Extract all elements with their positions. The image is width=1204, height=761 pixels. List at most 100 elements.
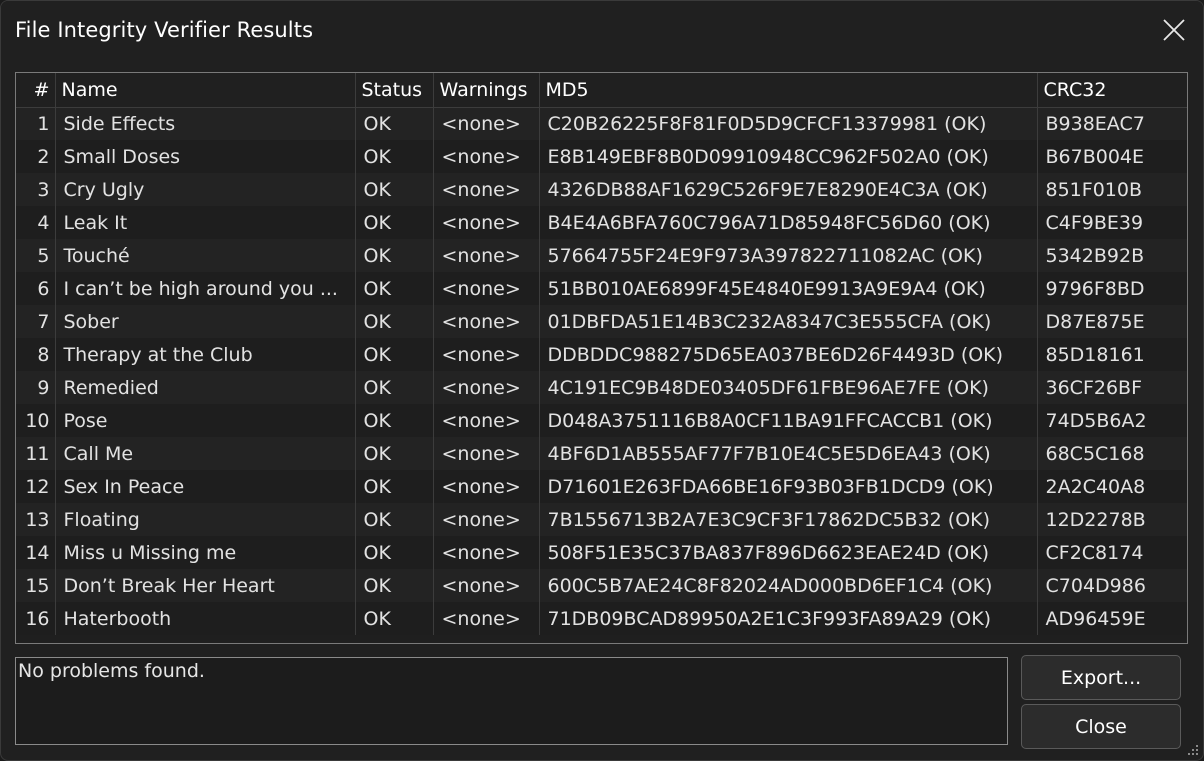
status-cell: OK bbox=[355, 470, 434, 503]
warnings-cell: <none> bbox=[433, 140, 540, 173]
status-cell: OK bbox=[355, 107, 434, 140]
close-button[interactable]: Close bbox=[1021, 704, 1181, 749]
title-bar: File Integrity Verifier Results bbox=[1, 1, 1203, 63]
status-cell: OK bbox=[355, 305, 434, 338]
status-cell: OK bbox=[355, 140, 434, 173]
crc32-hash-cell: AD96459E bbox=[1037, 602, 1187, 635]
row-number-cell: 5 bbox=[16, 239, 56, 272]
table-row[interactable]: 13 Floating OK <none> 7B1556713B2A7E3C9CF3F1… bbox=[16, 503, 1187, 536]
table-row[interactable]: 16 Haterbooth OK <none> 71DB09BCAD89950A2E1C… bbox=[16, 602, 1187, 635]
md5-hash-cell: B4E4A6BFA760C796A71D85948FC56D60 (OK) bbox=[539, 206, 1038, 239]
status-cell: OK bbox=[355, 239, 434, 272]
warnings-cell: <none> bbox=[433, 305, 540, 338]
column-header-status[interactable]: Status bbox=[355, 73, 434, 108]
md5-hash-cell: C20B26225F8F81F0D5D9CFCF13379981 (OK) bbox=[539, 107, 1038, 140]
file-name-cell: Leak It bbox=[55, 206, 356, 239]
window-title: File Integrity Verifier Results bbox=[15, 18, 314, 42]
file-name-cell: Cry Ugly bbox=[55, 173, 356, 206]
row-number-cell: 7 bbox=[16, 305, 56, 338]
crc32-hash-cell: 2A2C40A8 bbox=[1037, 470, 1187, 503]
crc32-hash-cell: 68C5C168 bbox=[1037, 437, 1187, 470]
table-row[interactable]: 9 Remedied OK <none> 4C191EC9B48DE03405DF61F… bbox=[16, 371, 1187, 404]
status-cell: OK bbox=[355, 569, 434, 602]
file-name-cell: Floating bbox=[55, 503, 356, 536]
warnings-cell: <none> bbox=[433, 569, 540, 602]
table-row[interactable]: 8 Therapy at the Club OK <none> DDBDDC988275… bbox=[16, 338, 1187, 371]
md5-hash-cell: 4C191EC9B48DE03405DF61FBE96AE7FE (OK) bbox=[539, 371, 1038, 404]
file-name-cell: Remedied bbox=[55, 371, 356, 404]
md5-hash-cell: D048A3751116B8A0CF11BA91FFCACCB1 (OK) bbox=[539, 404, 1038, 437]
crc32-hash-cell: 85D18161 bbox=[1037, 338, 1187, 371]
file-name-cell: Sex In Peace bbox=[55, 470, 356, 503]
table-row[interactable]: 10 Pose OK <none> D048A3751116B8A0CF11BA91FF… bbox=[16, 404, 1187, 437]
table-row[interactable]: 1 Side Effects OK <none> C20B26225F8F81F0D5D… bbox=[16, 107, 1187, 140]
file-name-cell: Pose bbox=[55, 404, 356, 437]
table-row[interactable]: 2 Small Doses OK <none> E8B149EBF8B0D0991094… bbox=[16, 140, 1187, 173]
column-header-name[interactable]: Name bbox=[55, 73, 356, 108]
md5-hash-cell: 51BB010AE6899F45E4840E9913A9E9A4 (OK) bbox=[539, 272, 1038, 305]
table-row[interactable]: 4 Leak It OK <none> B4E4A6BFA760C796A71D8594… bbox=[16, 206, 1187, 239]
crc32-hash-cell: C4F9BE39 bbox=[1037, 206, 1187, 239]
warnings-cell: <none> bbox=[433, 437, 540, 470]
column-header-md5[interactable]: MD5 bbox=[539, 73, 1038, 108]
table-header-row: # Name Status Warnings MD5 CRC32 bbox=[16, 73, 1187, 108]
column-header-warnings[interactable]: Warnings bbox=[433, 73, 540, 108]
warnings-cell: <none> bbox=[433, 404, 540, 437]
row-number-cell: 4 bbox=[16, 206, 56, 239]
file-name-cell: Small Doses bbox=[55, 140, 356, 173]
row-number-cell: 10 bbox=[16, 404, 56, 437]
column-header-number[interactable]: # bbox=[16, 73, 56, 108]
status-cell: OK bbox=[355, 503, 434, 536]
file-name-cell: Haterbooth bbox=[55, 602, 356, 635]
warnings-cell: <none> bbox=[433, 470, 540, 503]
table-row[interactable]: 15 Don’t Break Her Heart OK <none> 600C5B7AE… bbox=[16, 569, 1187, 602]
file-name-cell: Therapy at the Club bbox=[55, 338, 356, 371]
table-row[interactable]: 7 Sober OK <none> 01DBFDA51E14B3C232A8347C3E… bbox=[16, 305, 1187, 338]
table-row[interactable]: 12 Sex In Peace OK <none> D71601E263FDA66BE1… bbox=[16, 470, 1187, 503]
status-cell: OK bbox=[355, 437, 434, 470]
column-header-crc32[interactable]: CRC32 bbox=[1037, 73, 1187, 108]
crc32-hash-cell: 12D2278B bbox=[1037, 503, 1187, 536]
md5-hash-cell: D71601E263FDA66BE16F93B03FB1DCD9 (OK) bbox=[539, 470, 1038, 503]
close-icon[interactable] bbox=[1155, 11, 1193, 49]
row-number-cell: 11 bbox=[16, 437, 56, 470]
warnings-cell: <none> bbox=[433, 272, 540, 305]
warnings-cell: <none> bbox=[433, 239, 540, 272]
crc32-hash-cell: C704D986 bbox=[1037, 569, 1187, 602]
file-name-cell: Call Me bbox=[55, 437, 356, 470]
warnings-cell: <none> bbox=[433, 371, 540, 404]
resize-grip-icon[interactable] bbox=[1185, 742, 1199, 756]
crc32-hash-cell: 74D5B6A2 bbox=[1037, 404, 1187, 437]
status-cell: OK bbox=[355, 272, 434, 305]
file-name-cell: Don’t Break Her Heart bbox=[55, 569, 356, 602]
md5-hash-cell: DDBDDC988275D65EA037BE6D26F4493D (OK) bbox=[539, 338, 1038, 371]
md5-hash-cell: 71DB09BCAD89950A2E1C3F993FA89A29 (OK) bbox=[539, 602, 1038, 635]
row-number-cell: 9 bbox=[16, 371, 56, 404]
export-button[interactable]: Export... bbox=[1021, 655, 1181, 700]
crc32-hash-cell: CF2C8174 bbox=[1037, 536, 1187, 569]
dialog-window: File Integrity Verifier Results # Name S… bbox=[0, 0, 1204, 761]
crc32-hash-cell: 36CF26BF bbox=[1037, 371, 1187, 404]
file-name-cell: Touché bbox=[55, 239, 356, 272]
crc32-hash-cell: B938EAC7 bbox=[1037, 107, 1187, 140]
warnings-cell: <none> bbox=[433, 536, 540, 569]
status-cell: OK bbox=[355, 602, 434, 635]
md5-hash-cell: 7B1556713B2A7E3C9CF3F17862DC5B32 (OK) bbox=[539, 503, 1038, 536]
row-number-cell: 16 bbox=[16, 602, 56, 635]
results-table[interactable]: # Name Status Warnings MD5 CRC32 1 Side E… bbox=[15, 72, 1188, 644]
md5-hash-cell: 01DBFDA51E14B3C232A8347C3E555CFA (OK) bbox=[539, 305, 1038, 338]
row-number-cell: 2 bbox=[16, 140, 56, 173]
status-cell: OK bbox=[355, 371, 434, 404]
md5-hash-cell: E8B149EBF8B0D09910948CC962F502A0 (OK) bbox=[539, 140, 1038, 173]
table-row[interactable]: 3 Cry Ugly OK <none> 4326DB88AF1629C526F9E7E… bbox=[16, 173, 1187, 206]
row-number-cell: 14 bbox=[16, 536, 56, 569]
table-row[interactable]: 11 Call Me OK <none> 4BF6D1AB555AF77F7B10E4C… bbox=[16, 437, 1187, 470]
message-box: No problems found. bbox=[15, 657, 1008, 745]
row-number-cell: 3 bbox=[16, 173, 56, 206]
row-number-cell: 15 bbox=[16, 569, 56, 602]
table-row[interactable]: 5 Touché OK <none> 57664755F24E9F973A3978227… bbox=[16, 239, 1187, 272]
warnings-cell: <none> bbox=[433, 173, 540, 206]
warnings-cell: <none> bbox=[433, 602, 540, 635]
table-row[interactable]: 14 Miss u Missing me OK <none> 508F51E35C37B… bbox=[16, 536, 1187, 569]
table-row[interactable]: 6I can’t be high around you ... OK <none> 5… bbox=[16, 272, 1187, 305]
